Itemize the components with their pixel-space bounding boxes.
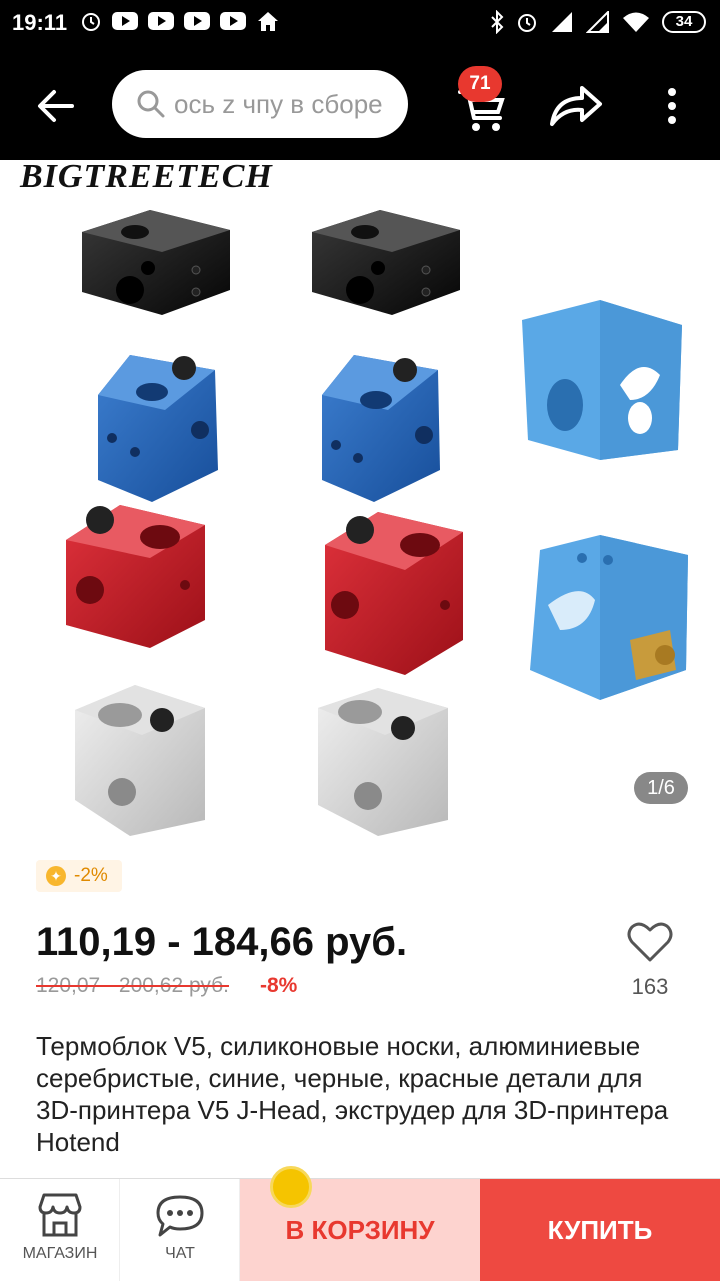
status-notifications (80, 10, 280, 32)
youtube-icon (220, 12, 246, 30)
search-icon (137, 90, 165, 118)
coupon-badge[interactable]: ✦ -2% (36, 860, 122, 892)
red-heater-block (66, 505, 205, 648)
status-bar: 19:11 34 (0, 0, 720, 48)
wifi-icon (623, 12, 649, 32)
alarm-icon (82, 13, 100, 31)
back-arrow-icon[interactable] (32, 82, 80, 130)
gallery-pager: 1/6 (634, 772, 688, 804)
blue-silicone-sock (530, 535, 688, 700)
search-input[interactable]: ось z чпу в сборе (112, 70, 408, 138)
search-query: ось z чпу в сборе (174, 88, 383, 119)
product-image (66, 210, 688, 836)
silver-heater-block (75, 685, 205, 836)
black-heater-block (82, 210, 230, 315)
store-button[interactable]: МАГАЗИН (0, 1179, 120, 1281)
chat-button[interactable]: ЧАТ (120, 1179, 240, 1281)
chat-label: ЧАТ (165, 1245, 195, 1262)
cart-badge: 71 (458, 66, 502, 102)
more-options-icon[interactable] (660, 84, 684, 128)
coupon-text: -2% (74, 865, 108, 886)
black-heater-block (312, 210, 460, 315)
blue-heater-block (98, 355, 218, 502)
top-toolbar: ось z чпу в сборе 71 (0, 48, 720, 160)
signal-icon (552, 12, 572, 32)
product-price: 110,19 - 184,66 руб. (36, 920, 408, 964)
red-heater-block (325, 512, 463, 675)
product-image-gallery[interactable]: BIGTREETECH 1/6 (0, 160, 720, 840)
buy-now-button[interactable]: КУПИТЬ (480, 1179, 720, 1281)
battery-icon: 34 (662, 11, 706, 33)
gold-coin-icon (270, 1166, 312, 1208)
blue-heater-block (322, 355, 440, 502)
old-price: 120,07 - 200,62 руб. (36, 974, 229, 997)
alarm-icon (518, 14, 536, 32)
youtube-icon (148, 12, 174, 30)
signal-icon (586, 11, 609, 33)
chat-icon (156, 1195, 204, 1237)
product-title: Термоблок V5, силиконовые носки, алюмини… (36, 1031, 669, 1157)
status-time: 19:11 (12, 10, 68, 35)
bluetooth-icon (491, 10, 504, 34)
favorites-count: 163 (631, 974, 669, 999)
blue-silicone-sock (522, 300, 682, 460)
youtube-icon (112, 12, 138, 30)
silver-heater-block (318, 688, 448, 836)
store-icon (38, 1193, 82, 1237)
status-system-icons: 34 (490, 10, 706, 34)
bottom-action-bar: МАГАЗИН ЧАТ В КОРЗИНУ КУПИТЬ (0, 1178, 720, 1281)
discount-percent: -8% (260, 974, 298, 997)
coin-icon: ✦ (46, 866, 66, 886)
home-icon (258, 12, 278, 31)
store-label: МАГАЗИН (22, 1245, 98, 1262)
youtube-icon (184, 12, 210, 30)
share-icon[interactable] (548, 82, 604, 128)
heart-icon[interactable] (626, 920, 674, 964)
